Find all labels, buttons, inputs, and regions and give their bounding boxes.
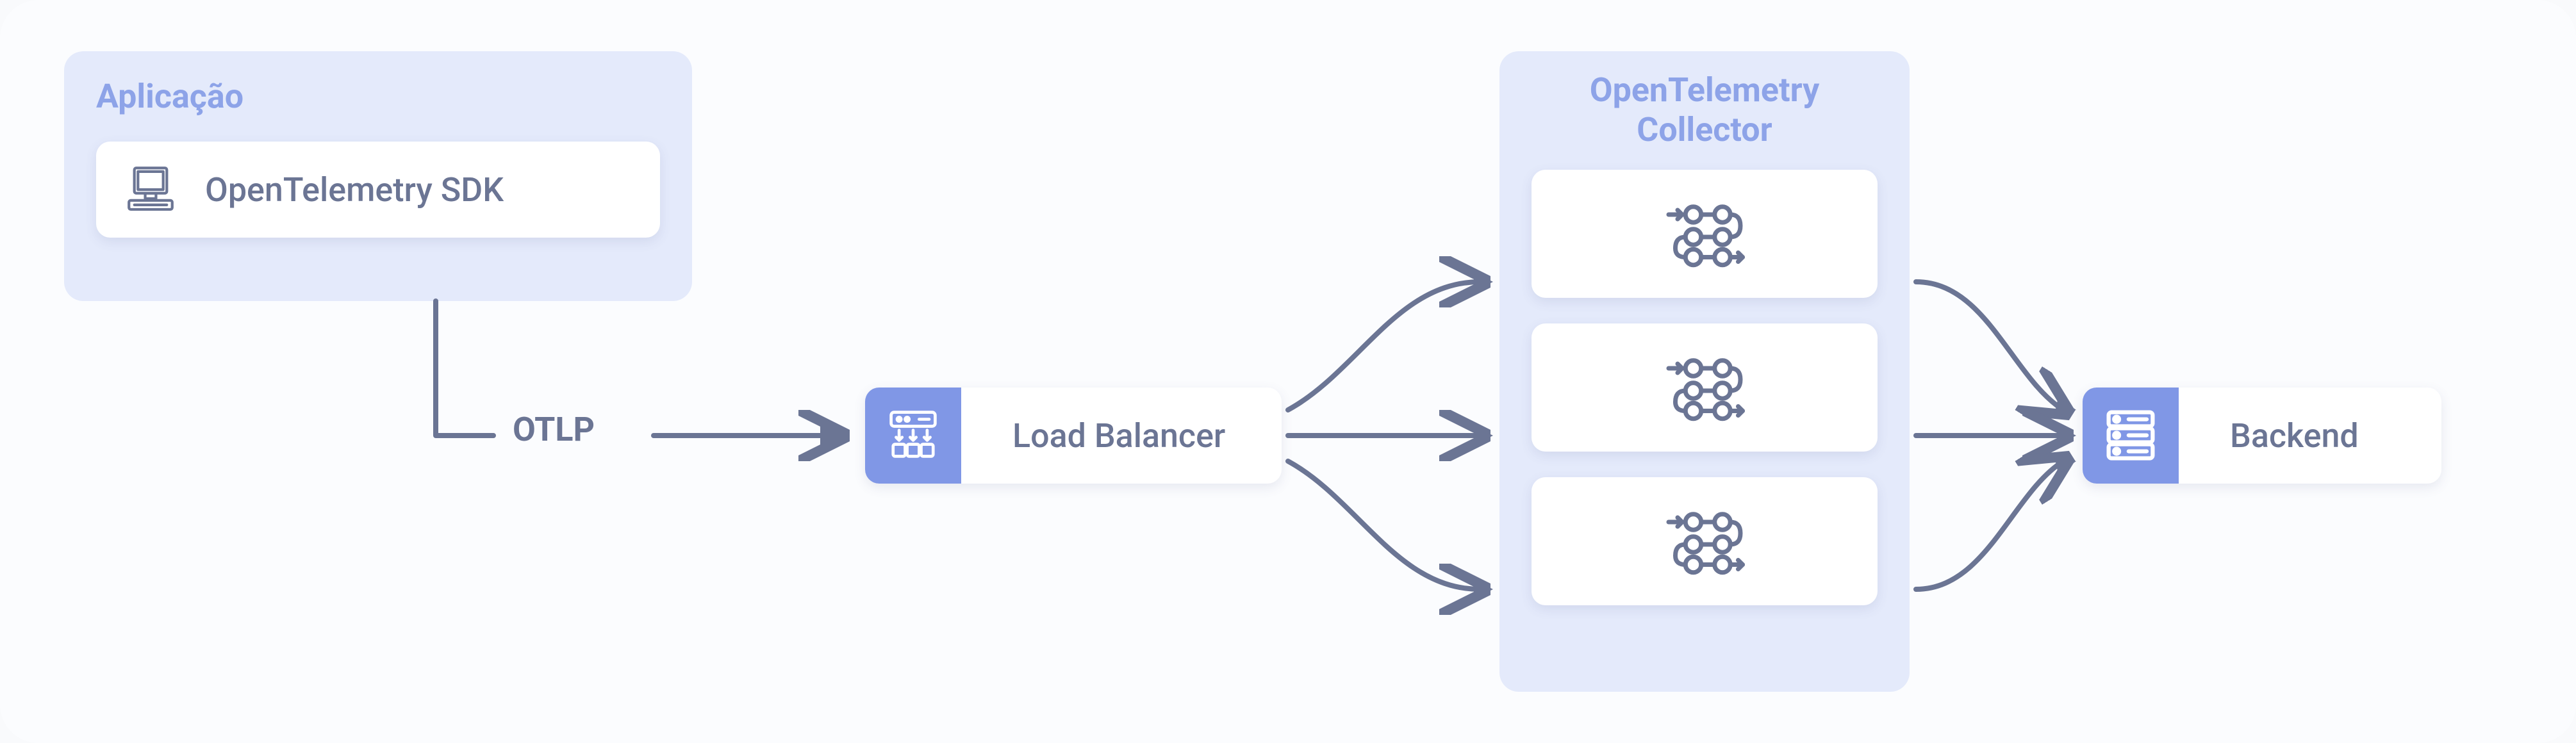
load-balancer-label: Load Balancer [987,416,1225,455]
computer-icon [122,161,179,218]
collector-box: OpenTelemetry Collector [1499,51,1910,692]
load-balancer-icon-wrap [865,388,961,484]
application-box: Aplicação OpenTelemetry SDK [64,51,692,301]
pipeline-icon [1660,351,1749,424]
collector-title-line2: Collector [1637,110,1772,149]
pipeline-icon [1660,197,1749,270]
collector-instance-2 [1532,323,1878,452]
server-icon [2099,402,2163,469]
load-balancer-card: Load Balancer [865,388,1282,484]
pipeline-icon [1660,505,1749,578]
diagram-canvas: Aplicação OpenTelemetry SDK OTLP [0,0,2576,743]
collector-instance-3 [1532,477,1878,605]
otlp-label: OTLP [513,410,595,449]
load-balancer-icon [881,402,945,469]
backend-card: Backend [2083,388,2441,484]
sdk-label: OpenTelemetry SDK [205,170,504,209]
backend-icon-wrap [2083,388,2179,484]
application-title: Aplicação [96,77,660,116]
backend-label: Backend [2204,416,2359,455]
collector-title-line1: OpenTelemetry [1590,70,1820,110]
sdk-card: OpenTelemetry SDK [96,142,660,238]
collector-instance-1 [1532,170,1878,298]
collector-title: OpenTelemetry Collector [1532,70,1878,151]
